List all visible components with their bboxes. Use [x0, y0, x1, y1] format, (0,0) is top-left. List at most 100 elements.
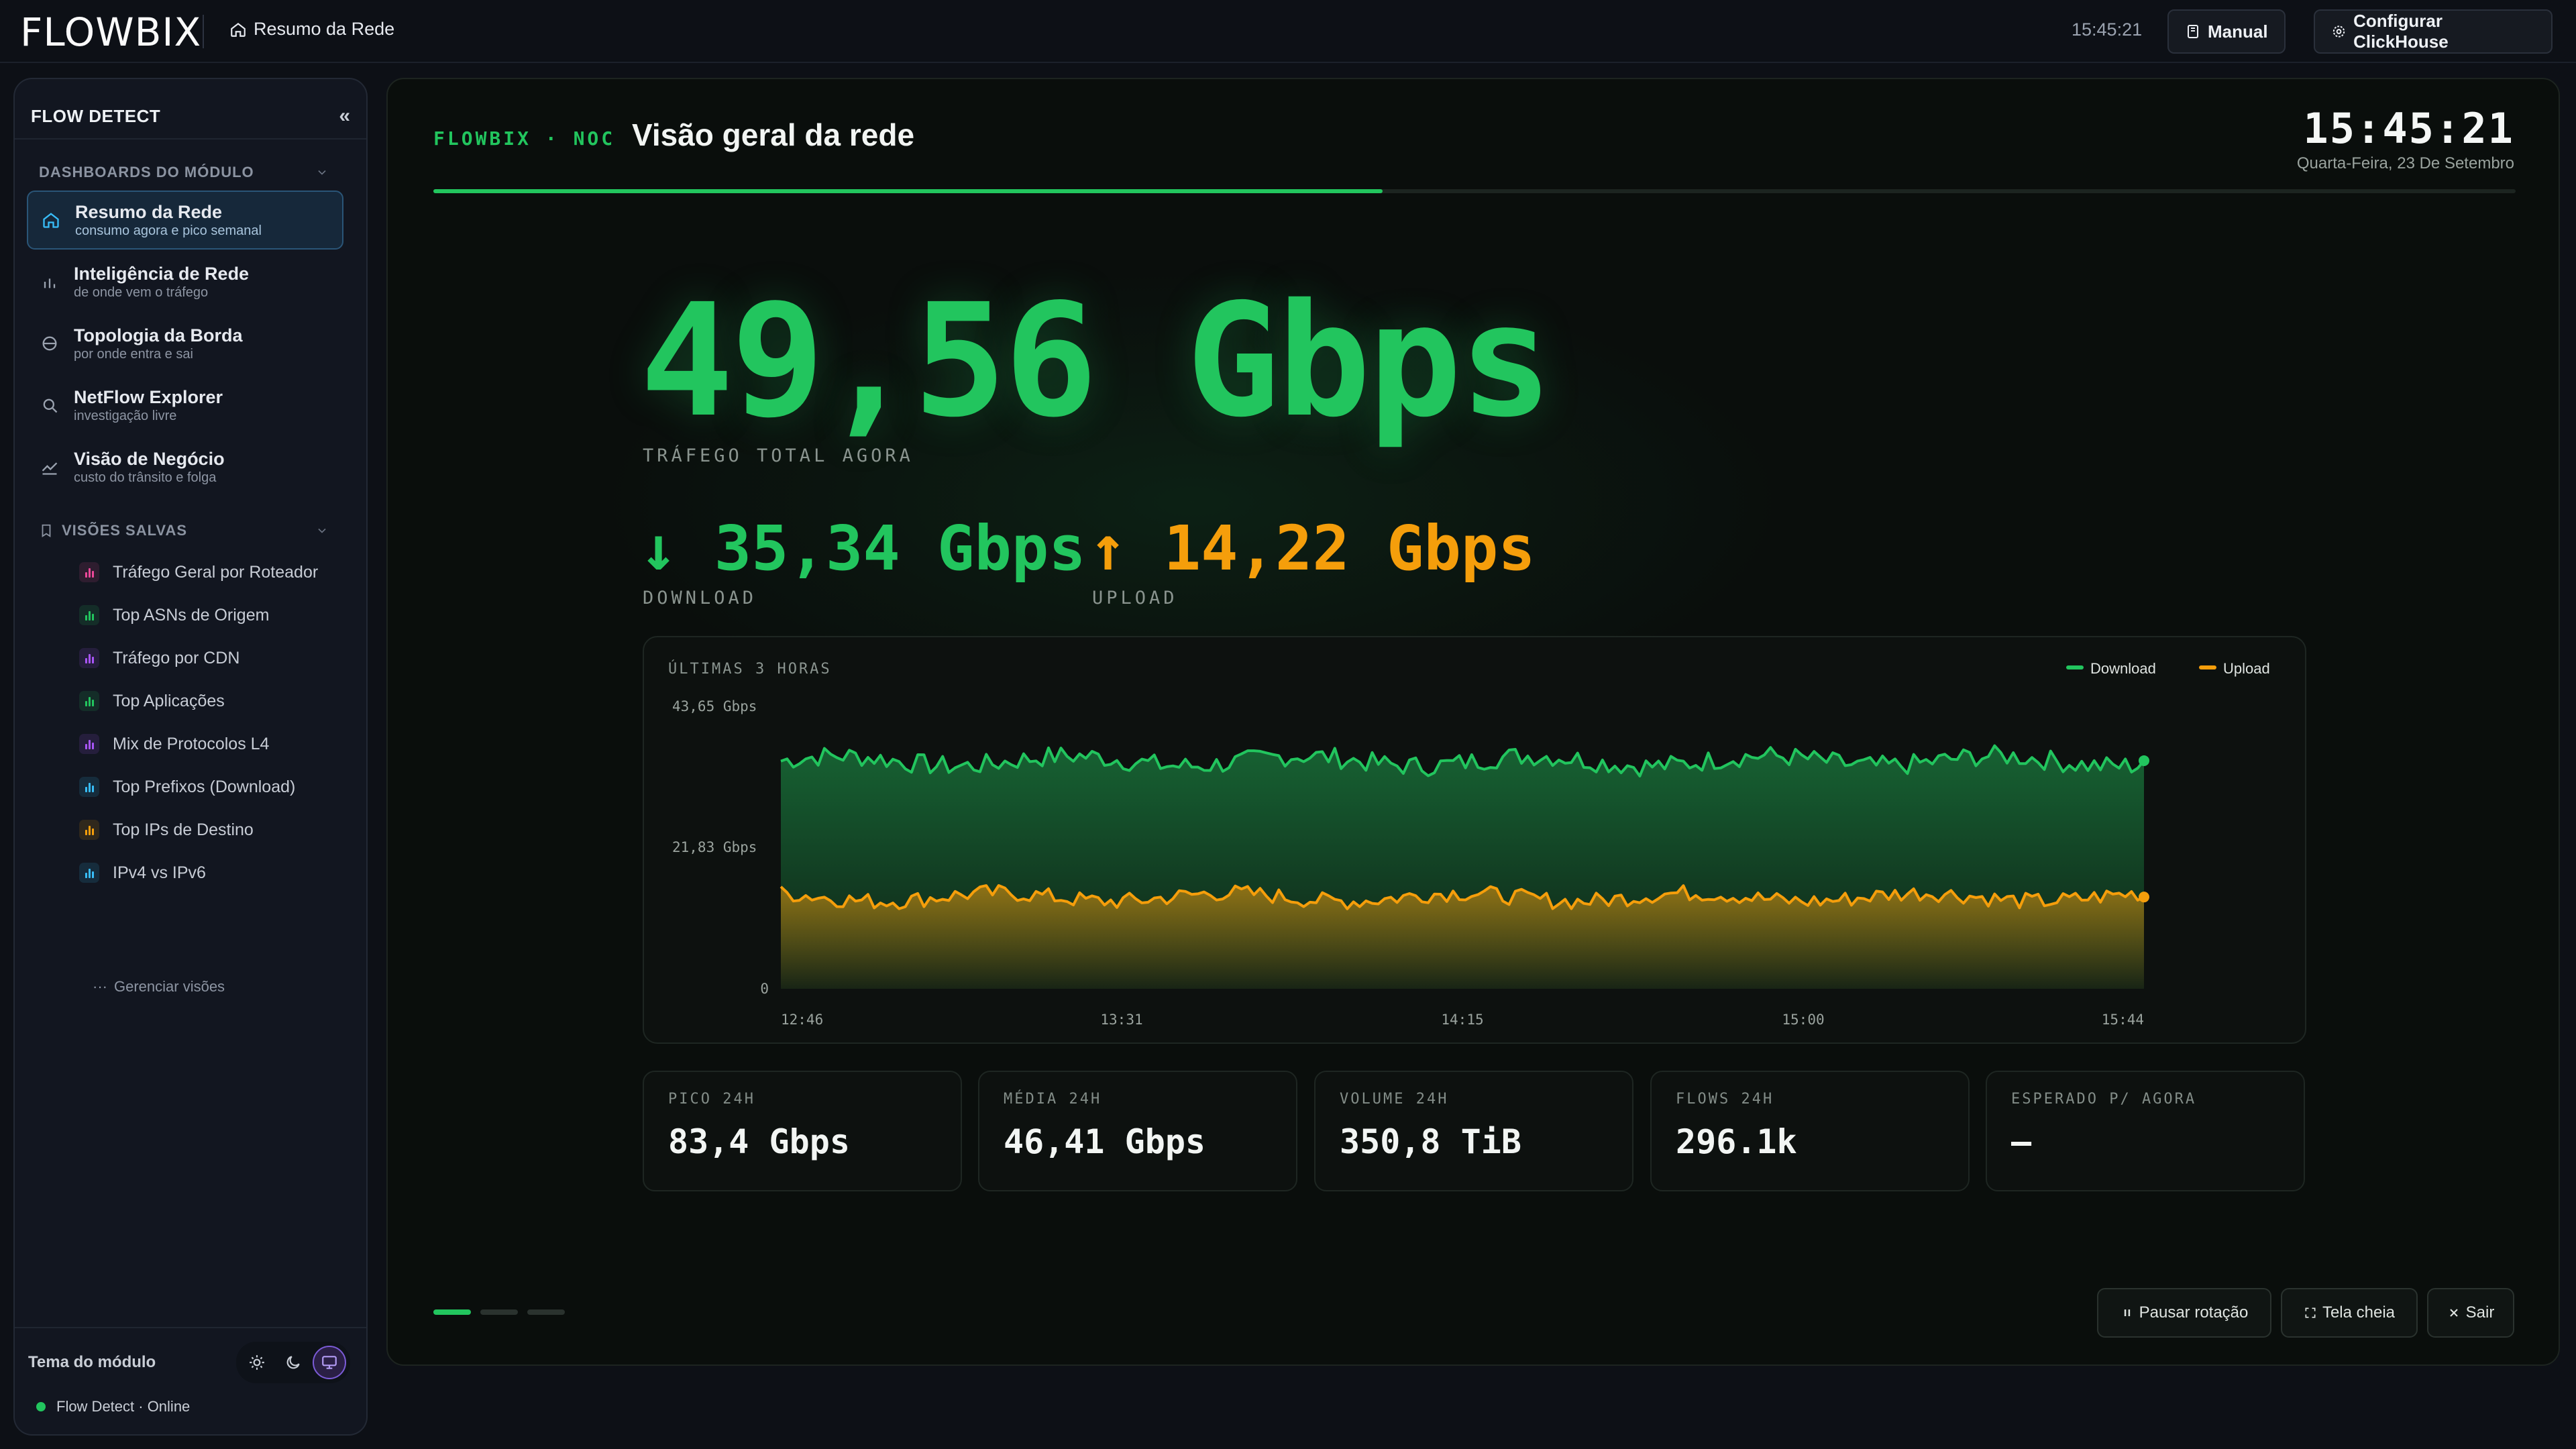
legend-download-label: Download	[2090, 660, 2156, 677]
pager-dot[interactable]	[527, 1309, 565, 1315]
sidebar-item-visao-de-negocio[interactable]: Visão de Negócio custo do trânsito e fol…	[27, 437, 343, 496]
y-tick-label: 43,65 Gbps	[672, 698, 757, 714]
stat-label: FLOWS 24H	[1676, 1091, 1774, 1108]
chart-icon	[79, 820, 99, 840]
traffic-area-chart: ÚLTIMAS 3 HORAS Download Upload 43,65 Gb…	[668, 660, 2270, 1028]
x-tick-label: 12:46	[781, 1012, 823, 1028]
saved-view-label: Top ASNs de Origem	[113, 605, 270, 625]
rotation-progress-track	[433, 189, 2516, 193]
noc-clock: 15:45:21 Quarta-Feira, 23 De Setembro	[2297, 106, 2514, 173]
top-divider	[203, 15, 204, 48]
pager-dot-active[interactable]	[433, 1309, 471, 1315]
configure-clickhouse-label: Configurar ClickHouse	[2353, 11, 2449, 52]
collapse-sidebar-button[interactable]: «	[339, 105, 350, 127]
globe-icon	[42, 336, 57, 351]
theme-toggle-group	[236, 1342, 350, 1383]
bar-chart-icon	[44, 278, 56, 288]
sidebar-item-inteligencia-de-rede[interactable]: Inteligência de Rede de onde vem o tráfe…	[27, 252, 343, 311]
monitor-icon	[322, 1356, 337, 1369]
stat-label: ESPERADO P/ AGORA	[2011, 1091, 2197, 1108]
rotation-pager	[433, 1309, 565, 1315]
x-tick-label: 13:31	[1100, 1012, 1142, 1028]
chevron-down-icon	[318, 170, 326, 175]
chart-icon	[79, 777, 99, 797]
close-icon	[2449, 1309, 2458, 1317]
saved-view-label: Tráfego por CDN	[113, 648, 240, 667]
series-endpoint-upload[interactable]	[2139, 892, 2149, 903]
stat-card-peak: PICO 24H 83,4 Gbps	[643, 1071, 962, 1191]
total-traffic-value: 49,56 Gbps	[640, 270, 1553, 451]
saved-view-item[interactable]: Top ASNs de Origem	[79, 602, 269, 629]
system-theme-button[interactable]	[313, 1346, 346, 1379]
chart-icon	[79, 605, 99, 625]
sun-icon	[250, 1355, 264, 1370]
sidebar-item-netflow-explorer[interactable]: NetFlow Explorer investigação livre	[27, 376, 343, 435]
pause-icon	[2124, 1309, 2130, 1316]
download-value: ↓ 35,34 Gbps	[640, 513, 1086, 584]
pause-rotation-button[interactable]: Pausar rotação	[2097, 1288, 2271, 1338]
chart-icon	[79, 863, 99, 883]
chevron-down-icon	[318, 528, 326, 533]
saved-view-item[interactable]: Tráfego Geral por Roteador	[79, 559, 318, 586]
saved-view-label: Tráfego Geral por Roteador	[113, 562, 319, 582]
saved-view-item[interactable]: Mix de Protocolos L4	[79, 731, 269, 757]
module-status: Flow Detect · Online	[36, 1398, 190, 1415]
bookmark-icon	[42, 524, 51, 537]
fullscreen-button[interactable]: Tela cheia	[2281, 1288, 2418, 1338]
saved-view-item[interactable]: Top IPs de Destino	[79, 816, 254, 843]
sidebar-item-label: Topologia da Borda	[74, 325, 243, 345]
sidebar-item-label: Resumo da Rede	[75, 202, 223, 222]
stat-card-flows: FLOWS 24H 296.1k	[1650, 1071, 1970, 1191]
stat-label: VOLUME 24H	[1340, 1091, 1449, 1108]
dashboards-section-label: DASHBOARDS DO MÓDULO	[39, 164, 254, 180]
clock-date: Quarta-Feira, 23 De Setembro	[2296, 154, 2514, 172]
saved-view-item[interactable]: Top Aplicações	[79, 688, 225, 714]
chart-title: ÚLTIMAS 3 HORAS	[668, 660, 832, 678]
saved-view-item[interactable]: IPv4 vs IPv6	[79, 859, 206, 886]
breadcrumb-label: Resumo da Rede	[254, 19, 395, 39]
noc-overview-panel: FLOWBIX · NOC Visão geral da rede 15:45:…	[386, 78, 2560, 1366]
sidebar-item-topologia-da-borda[interactable]: Topologia da Borda por onde entra e sai	[27, 314, 343, 373]
x-tick-label: 15:00	[1782, 1012, 1824, 1028]
moon-icon	[286, 1356, 300, 1369]
exit-button[interactable]: Sair	[2427, 1288, 2514, 1338]
sidebar-item-description: consumo agora e pico semanal	[75, 223, 262, 238]
flowbix-logo[interactable]: FLOWBIX	[20, 13, 201, 52]
stat-card-volume: VOLUME 24H 350,8 TiB	[1314, 1071, 1633, 1191]
manage-views-link[interactable]: ··· Gerenciar visões	[93, 978, 225, 996]
sidebar-item-label: Visão de Negócio	[74, 449, 225, 469]
saved-views-section-label: VISÕES SALVAS	[39, 522, 187, 539]
manual-button[interactable]: Manual	[2167, 9, 2286, 54]
home-icon	[231, 22, 246, 37]
y-tick-label: 21,83 Gbps	[672, 839, 757, 855]
pager-dot[interactable]	[480, 1309, 518, 1315]
series-endpoint-download[interactable]	[2139, 755, 2149, 766]
sidebar-title: FLOW DETECT	[31, 105, 161, 126]
chart-icon	[79, 648, 99, 668]
stat-label: PICO 24H	[668, 1091, 755, 1108]
chart-series	[780, 744, 2149, 989]
saved-view-item[interactable]: Top Prefixos (Download)	[79, 773, 295, 800]
upload-label: UPLOAD	[1092, 588, 1178, 608]
x-tick-label: 15:44	[2102, 1012, 2144, 1028]
dark-theme-button[interactable]	[276, 1346, 310, 1379]
fullscreen-label: Tela cheia	[2322, 1303, 2396, 1322]
breadcrumb[interactable]: Resumo da Rede	[229, 19, 394, 40]
chart-icon	[79, 562, 99, 582]
stat-card-average: MÉDIA 24H 46,41 Gbps	[978, 1071, 1297, 1191]
light-theme-button[interactable]	[240, 1346, 274, 1379]
sidebar-divider	[15, 138, 366, 140]
saved-views-section-header[interactable]: VISÕES SALVAS	[39, 522, 329, 539]
total-traffic-label: TRÁFEGO TOTAL AGORA	[643, 445, 914, 466]
saved-view-label: IPv4 vs IPv6	[113, 863, 206, 882]
sidebar-footer-divider	[15, 1327, 366, 1328]
sidebar-item-description: de onde vem o tráfego	[74, 285, 209, 300]
saved-view-label: Top Prefixos (Download)	[113, 777, 296, 796]
saved-view-item[interactable]: Tráfego por CDN	[79, 645, 239, 672]
top-clock: 15:45:21	[2072, 19, 2143, 40]
chart-legend: Download Upload	[2066, 660, 2270, 677]
dashboards-section-header[interactable]: DASHBOARDS DO MÓDULO	[39, 164, 329, 181]
configure-clickhouse-button[interactable]: Configurar ClickHouse	[2314, 9, 2553, 54]
sidebar-item-resumo-da-rede[interactable]: Resumo da Rede consumo agora e pico sema…	[27, 191, 343, 250]
gear-icon	[2332, 25, 2345, 38]
